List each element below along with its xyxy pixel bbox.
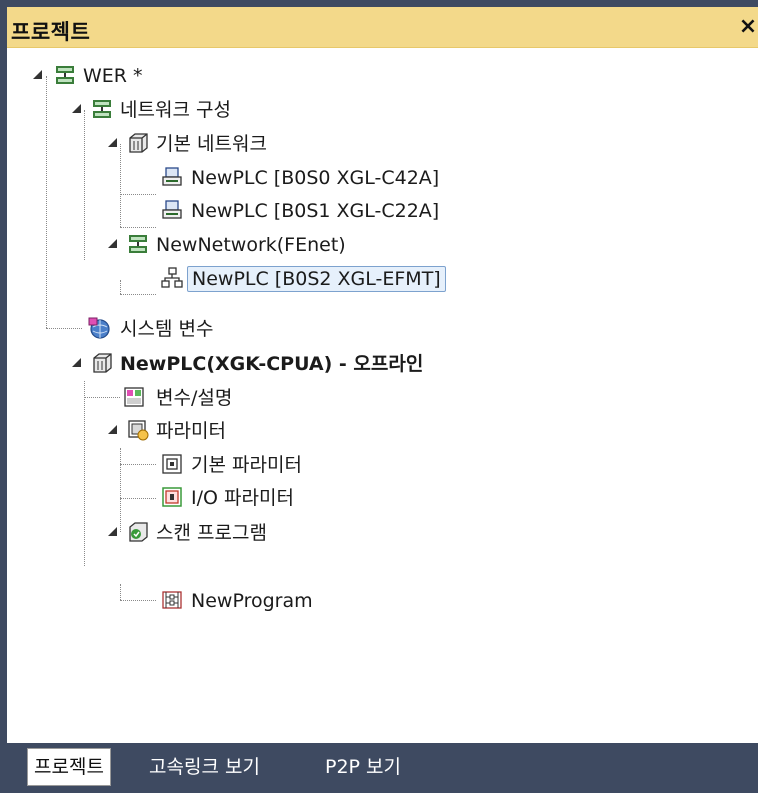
tree-node-project-root[interactable]: WER *: [7, 59, 307, 93]
tree-node-label: NewPLC [B0S2 XGL-EFMT]: [187, 266, 446, 292]
tree-node-label: I/O 파라미터: [191, 487, 294, 509]
tree-node-new-program[interactable]: NewProgram: [7, 584, 407, 618]
tree-node-label: NewPLC [B0S1 XGL-C22A]: [191, 200, 440, 222]
parameter-icon: [127, 419, 149, 441]
tree-node-system-vars[interactable]: 시스템 변수: [7, 312, 407, 346]
tree-node-label: 시스템 변수: [120, 318, 214, 340]
tree-node-label: NewProgram: [191, 590, 313, 612]
tree-node-label: NewNetwork(FEnet): [156, 234, 346, 256]
tree-node-plc-b0s1[interactable]: NewPLC [B0S1 XGL-C22A]: [7, 194, 607, 228]
tree-node-plc-b0s0[interactable]: NewPLC [B0S0 XGL-C42A]: [7, 161, 607, 195]
tree-node-label: 스캔 프로그램: [156, 522, 267, 544]
project-tree: WER * 네트워크 구성 기본 네트워크 NewPLC [B0S0 XGL-C…: [7, 48, 758, 743]
io-parameter-icon: [161, 486, 183, 508]
tree-node-label: NewPLC [B0S0 XGL-C42A]: [191, 167, 440, 189]
tree-node-label: WER *: [83, 65, 143, 87]
tree-node-new-network[interactable]: NewNetwork(FEnet): [7, 228, 507, 262]
tab-project[interactable]: 프로젝트: [27, 748, 111, 786]
expand-arrow-icon[interactable]: [72, 104, 81, 113]
plc-rack-icon: [91, 352, 113, 374]
tree-node-cpu[interactable]: NewPLC(XGK-CPUA) - 오프라인: [7, 347, 607, 381]
tree-node-label: 기본 네트워크: [156, 133, 267, 155]
expand-arrow-icon[interactable]: [108, 239, 117, 248]
network-icon: [54, 64, 76, 86]
plc-rack-icon: [127, 132, 149, 154]
system-variable-icon: [88, 317, 110, 339]
tree-node-label: 파라미터: [156, 420, 226, 442]
expand-arrow-icon[interactable]: [72, 358, 81, 367]
tab-p2p[interactable]: P2P 보기: [319, 749, 407, 785]
tree-node-scan-program[interactable]: 스캔 프로그램: [7, 516, 407, 550]
tree-node-vars-desc[interactable]: 변수/설명: [7, 381, 407, 415]
project-panel: 프로젝트 × WER * 네트워크 구성 기본 네트워크 NewPLC [B0S…: [7, 7, 758, 793]
tree-node-io-params[interactable]: I/O 파라미터: [7, 481, 407, 515]
panel-titlebar: 프로젝트 ×: [7, 7, 758, 48]
comm-module-icon: [161, 166, 183, 188]
basic-parameter-icon: [161, 453, 183, 475]
tree-node-network-config[interactable]: 네트워크 구성: [7, 93, 407, 127]
variable-icon: [123, 386, 145, 408]
tree-node-basic-network[interactable]: 기본 네트워크: [7, 127, 407, 161]
panel-title: 프로젝트: [11, 20, 91, 44]
network-topology-icon: [161, 267, 183, 289]
expand-arrow-icon[interactable]: [33, 70, 42, 79]
expand-arrow-icon[interactable]: [108, 425, 117, 434]
network-icon: [127, 233, 149, 255]
close-icon[interactable]: ×: [738, 15, 758, 39]
tree-node-basic-params[interactable]: 기본 파라미터: [7, 448, 407, 482]
tab-highspeed-link[interactable]: 고속링크 보기: [143, 749, 266, 785]
comm-module-icon: [161, 199, 183, 221]
tree-node-label: 네트워크 구성: [120, 99, 231, 121]
network-icon: [91, 98, 113, 120]
ladder-program-icon: [161, 589, 183, 611]
expand-arrow-icon[interactable]: [108, 527, 117, 536]
tree-node-plc-b0s2[interactable]: NewPLC [B0S2 XGL-EFMT]: [7, 262, 607, 296]
tree-node-label: 변수/설명: [156, 387, 233, 409]
expand-arrow-icon[interactable]: [108, 138, 117, 147]
panel-tab-bar: 프로젝트 고속링크 보기 P2P 보기: [7, 743, 758, 793]
tree-node-label: 기본 파라미터: [191, 454, 302, 476]
scan-program-icon: [127, 521, 149, 543]
tree-node-label: NewPLC(XGK-CPUA) - 오프라인: [120, 353, 424, 375]
tree-node-params[interactable]: 파라미터: [7, 414, 407, 448]
